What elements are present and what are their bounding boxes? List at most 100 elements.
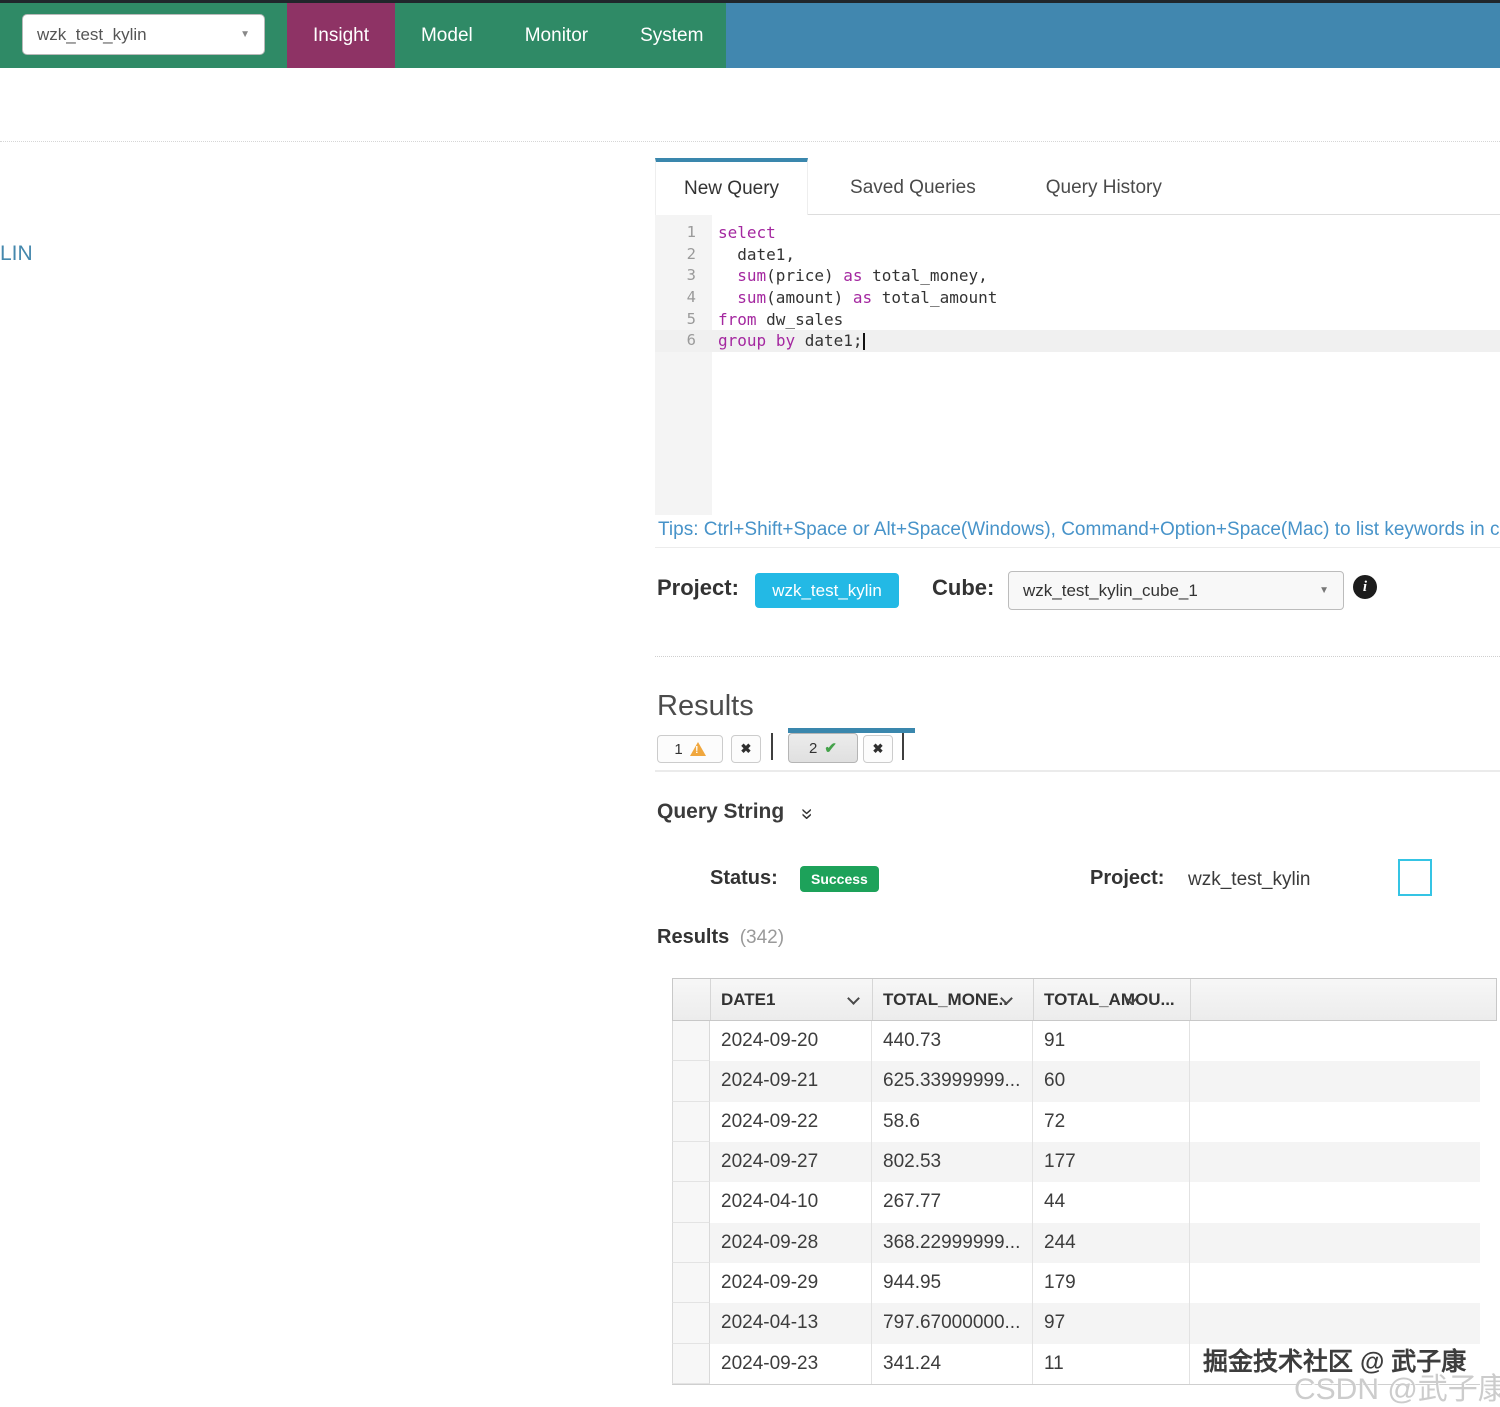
- nav-monitor[interactable]: Monitor: [499, 3, 614, 68]
- grid-header: DATE1 TOTAL_MONE.. TOTAL_AMOU...: [672, 978, 1497, 1021]
- status-label: Status:: [710, 867, 778, 889]
- table-row[interactable]: 2024-09-22 58.6 72: [672, 1101, 1480, 1142]
- code-text: select: [718, 223, 776, 242]
- column-header-label: TOTAL_MONE: [883, 989, 999, 1009]
- editor-tips: Tips: Ctrl+Shift+Space or Alt+Space(Wind…: [655, 515, 1500, 548]
- total-amount-cell: 72: [1033, 1101, 1190, 1142]
- dotted-separator: [655, 656, 1500, 657]
- top-navbar: wzk_test_kylin ▼ Insight Model Monitor Syst…: [0, 0, 1500, 68]
- code-line-6[interactable]: 6 group by date1;: [655, 330, 1500, 353]
- close-result-tab-1-button[interactable]: ✖: [731, 735, 761, 763]
- tab-separator: [771, 733, 773, 760]
- code-line-3[interactable]: 3 sum(price) as total_money,: [655, 265, 1500, 287]
- row-gutter: [672, 1061, 710, 1102]
- total-amount-cell: 11: [1033, 1343, 1190, 1384]
- column-header-date1[interactable]: DATE1: [711, 979, 873, 1020]
- grid-body: 2024-09-20 440.73 91 2024-09-21 625.33999999…: [672, 1021, 1480, 1385]
- column-header-total-amou-[interactable]: TOTAL_AMOU...: [1034, 979, 1191, 1020]
- project-label: Project:: [657, 575, 739, 600]
- result-tab-1[interactable]: 1 !: [657, 735, 723, 763]
- code-text: sum(price) as total_money,: [737, 266, 988, 286]
- results-section: Results 1 ! ✖ 2 ✔ ✖ Query String » Statu…: [655, 690, 1500, 1400]
- code-text: from dw_sales: [718, 309, 844, 329]
- total-money-cell: 267.77: [872, 1182, 1033, 1223]
- column-header-label: TOTAL_AMOU...: [1044, 989, 1175, 1009]
- result-tab-2[interactable]: 2 ✔: [788, 733, 858, 763]
- row-filler: [1190, 1182, 1480, 1222]
- close-result-tab-2-button[interactable]: ✖: [863, 735, 893, 763]
- row-gutter: [672, 1343, 710, 1384]
- total-money-cell: 440.73: [872, 1021, 1033, 1062]
- result-tab-2-label: 2: [809, 739, 818, 757]
- dotted-separator: [0, 141, 1500, 142]
- date1-cell: 2024-09-20: [710, 1021, 872, 1062]
- date1-cell: 2024-09-21: [710, 1061, 872, 1102]
- grid-header-gutter: [673, 979, 711, 1020]
- collapse-double-chevron-icon[interactable]: »: [795, 808, 819, 820]
- tabs-bottom-border: [655, 770, 1500, 772]
- total-amount-cell: 91: [1033, 1021, 1190, 1062]
- status-row: Status: Success Project: wzk_test_kylin: [655, 859, 1500, 902]
- line-number: 1: [686, 223, 696, 241]
- query-tabs: New Query Saved Queries Query History: [655, 158, 1500, 215]
- table-row[interactable]: 2024-04-13 797.67000000... 97: [672, 1303, 1480, 1344]
- result-tabs: 1 ! ✖ 2 ✔ ✖: [655, 726, 1500, 772]
- line-number: 2: [686, 244, 696, 263]
- total-amount-cell: 179: [1033, 1262, 1190, 1304]
- chevron-down-icon: ▼: [1319, 585, 1329, 596]
- tab-new-query[interactable]: New Query: [655, 158, 809, 215]
- grid-header-filler: [1191, 979, 1496, 1020]
- total-money-cell: 341.24: [872, 1343, 1033, 1384]
- row-gutter: [672, 1182, 710, 1223]
- table-row[interactable]: 2024-09-28 368.22999999... 244: [672, 1222, 1480, 1263]
- line-number: 6: [686, 331, 696, 350]
- sql-editor[interactable]: 1 select 2 date1, 3 sum(price) as total_mon…: [655, 215, 1500, 515]
- sort-chevron-icon[interactable]: [847, 992, 860, 1005]
- project-select-dropdown[interactable]: wzk_test_kylin ▼: [22, 14, 265, 55]
- results-grid: DATE1 TOTAL_MONE.. TOTAL_AMOU... 2024-09-2…: [672, 978, 1497, 1385]
- query-string-row[interactable]: Query String »: [657, 800, 819, 826]
- table-row[interactable]: 2024-04-10 267.77 44: [672, 1182, 1480, 1223]
- total-money-cell: 58.6: [872, 1101, 1033, 1142]
- project-label: Project:: [1090, 867, 1165, 889]
- list-view-icon[interactable]: [1398, 859, 1432, 896]
- date1-cell: 2024-09-27: [710, 1141, 872, 1183]
- table-row[interactable]: 2024-09-21 625.33999999... 60: [672, 1061, 1480, 1102]
- result-tab-1-label: 1: [674, 740, 683, 758]
- column-header-total-mone[interactable]: TOTAL_MONE..: [873, 979, 1034, 1020]
- results-count-label: Results: [657, 926, 730, 948]
- project-button[interactable]: wzk_test_kylin: [755, 573, 899, 608]
- cube-select-dropdown[interactable]: wzk_test_kylin_cube_1 ▼: [1008, 571, 1344, 610]
- code-line-5[interactable]: 5 from dw_sales: [655, 309, 1500, 331]
- cube-select-value: wzk_test_kylin_cube_1: [1023, 580, 1198, 600]
- nav-system[interactable]: System: [614, 3, 729, 68]
- code-line-1[interactable]: 1 select: [655, 222, 1500, 244]
- total-money-cell: 944.95: [872, 1262, 1033, 1304]
- total-money-cell: 802.53: [872, 1141, 1033, 1183]
- tab-saved-queries[interactable]: Saved Queries: [822, 158, 1004, 214]
- table-row[interactable]: 2024-09-27 802.53 177: [672, 1141, 1480, 1183]
- date1-cell: 2024-04-10: [710, 1182, 872, 1223]
- total-amount-cell: 44: [1033, 1182, 1190, 1223]
- query-string-label: Query String: [657, 800, 785, 823]
- nav-model[interactable]: Model: [395, 3, 499, 68]
- table-row[interactable]: 2024-09-20 440.73 91: [672, 1021, 1480, 1062]
- results-title: Results: [657, 690, 754, 722]
- date1-cell: 2024-09-23: [710, 1343, 872, 1384]
- table-row[interactable]: 2024-09-29 944.95 179: [672, 1262, 1480, 1304]
- info-icon[interactable]: i: [1353, 575, 1377, 599]
- tab-query-history[interactable]: Query History: [1018, 158, 1190, 214]
- chevron-down-icon: ▼: [240, 29, 250, 40]
- tab-separator: [902, 733, 904, 760]
- code-line-2[interactable]: 2 date1,: [655, 244, 1500, 266]
- line-number: 5: [686, 309, 696, 328]
- total-amount-cell: 244: [1033, 1222, 1190, 1263]
- results-count-row: Results (342): [657, 926, 784, 949]
- row-filler: [1190, 1102, 1480, 1142]
- code-text: sum(amount) as total_amount: [737, 288, 998, 308]
- line-number: 3: [686, 266, 696, 285]
- code-line-4[interactable]: 4 sum(amount) as total_amount: [655, 287, 1500, 309]
- page: wzk_test_kylin ▼ Insight Model Monitor Syst…: [0, 0, 1500, 1407]
- total-amount-cell: 97: [1033, 1303, 1190, 1344]
- nav-insight[interactable]: Insight: [287, 3, 395, 68]
